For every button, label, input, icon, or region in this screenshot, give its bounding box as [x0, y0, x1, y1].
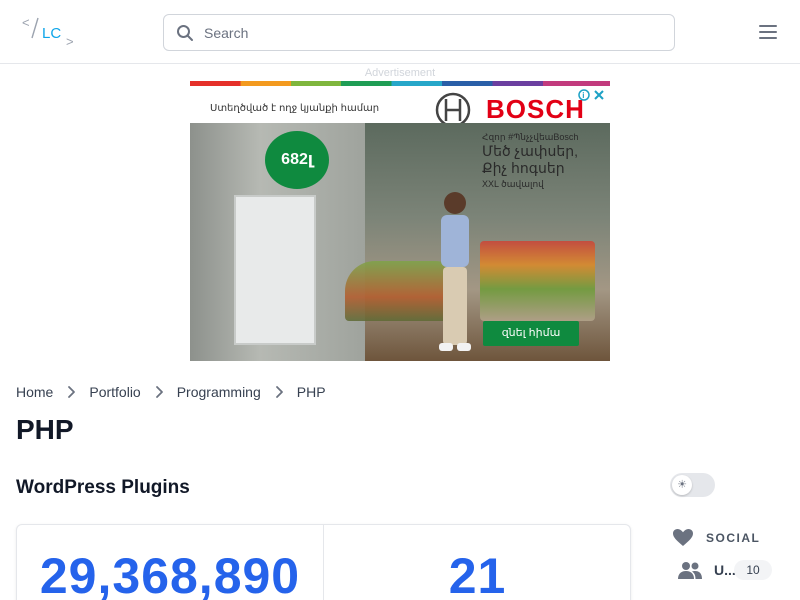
svg-text:<: <: [22, 15, 30, 30]
search-input[interactable]: [204, 15, 664, 50]
breadcrumb: Home Portfolio Programming PHP: [16, 382, 326, 402]
menu-button[interactable]: [756, 22, 780, 42]
hamburger-icon: [756, 25, 780, 46]
breadcrumb-home[interactable]: Home: [16, 384, 53, 400]
ad-brand: BOSCH: [486, 94, 585, 124]
stat-downloads: 29,368,890: [17, 525, 324, 600]
ad-headline-2: Քիչ հոգսեր: [482, 160, 565, 176]
breadcrumb-portfolio[interactable]: Portfolio: [89, 384, 140, 400]
breadcrumb-programming[interactable]: Programming: [177, 384, 261, 400]
ad-cta-button[interactable]: զնել հիմա: [483, 321, 579, 346]
ad-hashtag: Հզոր #ՊնչչվեաBosch: [482, 132, 579, 142]
chevron-right-icon: [149, 382, 169, 402]
page-title: PHP: [16, 414, 74, 445]
social-users-link[interactable]: U...: [678, 558, 736, 582]
ad-subline: XXL ծավալով: [482, 179, 544, 189]
search-icon: [176, 24, 194, 42]
ad-fridge-door: [234, 195, 316, 345]
breadcrumb-php[interactable]: PHP: [297, 384, 326, 400]
ad-headline-1: Մեծ չափսեր,: [482, 143, 578, 159]
ad-label: Advertisement: [364, 67, 436, 79]
site-logo[interactable]: < LC >: [22, 14, 82, 50]
social-label: SOCIAL: [706, 531, 761, 545]
ad-tagline: Ստեղծված է ողջ կյանքի համար: [210, 103, 380, 114]
ad-top-bar: Ստեղծված է ողջ կյանքի համար BOSCH i: [190, 86, 610, 128]
site-header: < LC >: [0, 0, 800, 64]
heart-icon: [672, 528, 694, 548]
stat-downloads-value: 29,368,890: [39, 548, 301, 600]
stat-plugins-value: 21: [448, 548, 507, 600]
social-users-label: U...: [714, 562, 736, 578]
ad-capacity-badge: 682լ: [265, 131, 329, 189]
social-users-count-badge: 10: [734, 560, 772, 580]
chevron-right-icon: [269, 382, 289, 402]
ad-choices-icon[interactable]: i: [578, 88, 606, 102]
stat-plugins: 21: [324, 525, 631, 600]
svg-text:i: i: [582, 91, 584, 100]
search-box[interactable]: [163, 14, 675, 51]
svg-text:>: >: [66, 34, 74, 49]
stats-card: 29,368,890 21: [16, 524, 631, 600]
ad-banner[interactable]: Ստեղծված է ողջ կյանքի համար BOSCH i 682լ…: [190, 81, 610, 361]
ad-promo-text: Հզոր #ՊնչչվեաBosch Մեծ չափսեր, Քիչ հոգսե…: [482, 131, 578, 191]
svg-text:LC: LC: [42, 25, 61, 42]
chevron-right-icon: [61, 382, 81, 402]
social-header: SOCIAL: [672, 528, 760, 548]
ad-person-image: [425, 189, 485, 354]
users-icon: [678, 560, 702, 580]
ad-cart-image: [480, 241, 595, 321]
section-title: WordPress Plugins: [16, 477, 190, 498]
sun-icon: ☀: [672, 475, 692, 495]
theme-toggle[interactable]: ☀: [670, 473, 715, 497]
